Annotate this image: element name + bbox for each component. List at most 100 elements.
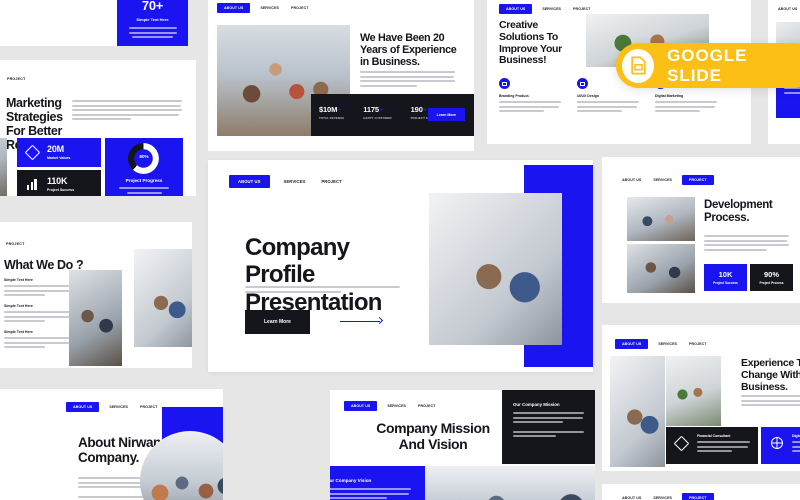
card-financial-consultant[interactable]: Financial Consultant: [666, 427, 758, 464]
slide-development-process[interactable]: ABOUT US SERVICES PROJECT Development Pr…: [602, 157, 800, 303]
google-slides-icon: [630, 56, 646, 75]
nav-item-project[interactable]: PROJECT: [138, 402, 159, 412]
nav-item-about-us[interactable]: ABOUT US: [66, 402, 100, 412]
body-text: [360, 71, 455, 89]
title-line-3: Business.: [741, 380, 788, 393]
nav-item-services[interactable]: SERVICES: [651, 493, 674, 500]
stat-value: 20M: [47, 144, 64, 154]
list-item: Simple Text Here: [4, 304, 72, 322]
slide-photo: [610, 356, 665, 467]
stat-card-market-values[interactable]: 20M Market Values: [17, 138, 101, 167]
slide-nav[interactable]: ABOUT US SERVICES PROJECT: [499, 4, 593, 14]
card-digital-marketing[interactable]: Digital Marketing: [761, 427, 800, 464]
slide-company-mission-vision[interactable]: ABOUT US SERVICES PROJECT Company Missio…: [330, 390, 595, 500]
slide-company-profile[interactable]: ABOUT US SERVICES PROJECT Company Profil…: [208, 160, 593, 372]
slide-nav[interactable]: ABOUT US SERVICES PROJECT: [615, 339, 709, 349]
title-line-1: Development: [704, 199, 773, 211]
list-item: Simple Text Here: [4, 330, 72, 348]
badge-icon-circle: [622, 48, 655, 83]
card-label: Digital Marketing: [792, 434, 800, 438]
slide-nav[interactable]: ABOUT US SERVICES PROJECT: [217, 3, 311, 13]
bar-chart-icon: [27, 179, 39, 190]
nav-item-about-us[interactable]: ABOUT US: [344, 401, 378, 411]
slide-nav[interactable]: ABOUT US SERVICES PROJECT: [620, 493, 714, 500]
slide-top-left-stat-card[interactable]: 70+ Simple Text Here: [117, 0, 188, 46]
nav-item-about-us[interactable]: ABOUT US: [229, 175, 270, 188]
learn-more-button[interactable]: Learn More: [427, 108, 465, 121]
slide-nav[interactable]: ABOUT US SERVICES PROJECT: [344, 401, 438, 411]
slide-20-years-experience[interactable]: ABOUT US SERVICES PROJECT We Have Been 2…: [208, 0, 474, 151]
slide-photo: [666, 356, 721, 426]
stat-value: 70+: [141, 0, 164, 13]
stat-item: $10M + TOTAL REVENUE: [319, 105, 344, 120]
stat-value: 1175: [363, 105, 379, 114]
stat-label: Project Success: [713, 281, 738, 285]
stat-card-project-process[interactable]: 90% Project Process: [750, 264, 793, 291]
nav-item-services[interactable]: SERVICES: [651, 175, 674, 185]
slide-photo: [425, 466, 595, 500]
stat-card-project-success[interactable]: 110K Project Success: [17, 170, 101, 196]
donut-title: Project Progress: [125, 178, 163, 183]
briefcase-icon: [499, 78, 510, 89]
nav-item-about-us[interactable]: ABOUT US: [620, 175, 643, 185]
slide-experience-change[interactable]: ABOUT US SERVICES PROJECT Experience The…: [602, 325, 800, 471]
item-label: Simple Text Here: [4, 278, 33, 282]
card-heading: Our Company Vision: [330, 478, 372, 483]
nav-item-project[interactable]: PROJECT: [687, 339, 708, 349]
card-company-mission: Our Company Mission: [502, 390, 595, 464]
slide-bottom-right-partial[interactable]: ABOUT US SERVICES PROJECT: [602, 484, 800, 500]
google-slide-badge[interactable]: GOOGLE SLIDE: [616, 43, 800, 88]
nav-item-about-us[interactable]: ABOUT US: [620, 493, 643, 500]
nav-item-project[interactable]: PROJECT: [289, 3, 310, 13]
slide-photo: [627, 197, 695, 241]
diamond-icon: [673, 435, 690, 452]
nav-item-about-us[interactable]: ABOUT US: [776, 4, 799, 14]
nav-item-project[interactable]: PROJECT: [319, 176, 343, 187]
slide-nav[interactable]: ABOUT US SERVICES PROJECT: [66, 402, 160, 412]
slide-marketing-strategies[interactable]: PROJECT Marketing Strategies For Better …: [0, 60, 196, 196]
stat-label: Project Process: [759, 281, 784, 285]
nav-item-services[interactable]: SERVICES: [540, 4, 563, 14]
stat-value: 90%: [763, 270, 779, 279]
card-project-progress[interactable]: 80% Project Progress: [105, 138, 183, 196]
stat-suffix: +: [422, 105, 428, 114]
stat-value: 10K: [718, 270, 733, 279]
nav-item-project[interactable]: PROJECT: [682, 493, 714, 500]
slide-nav[interactable]: ABOUT US SERVICES PROJECT: [620, 175, 714, 185]
monitor-icon: [577, 78, 588, 89]
nav-item-about-us[interactable]: ABOUT US: [217, 3, 251, 13]
slide-photo: [134, 249, 192, 347]
slide-nav[interactable]: ABOUT US SERVICES: [776, 4, 800, 14]
slide-about-nirwana[interactable]: ABOUT US SERVICES PROJECT About Nirwana …: [0, 389, 223, 500]
stat-value: 190: [410, 105, 423, 114]
stat-label: Simple Text Here: [136, 17, 169, 22]
slide-nav[interactable]: ABOUT US SERVICES PROJECT: [229, 175, 344, 188]
nav-item-about-us[interactable]: ABOUT US: [615, 339, 649, 349]
page-title: Company Profile Presentation: [245, 234, 410, 316]
arrow-right-icon: [340, 316, 384, 325]
nav-item-services[interactable]: SERVICES: [656, 339, 679, 349]
learn-more-button[interactable]: Learn More: [245, 310, 310, 334]
slide-photo: [0, 138, 7, 196]
stat-value: $10M: [319, 105, 338, 114]
stat-label: TOTAL REVENUE: [319, 116, 345, 120]
title-line-3: in Business.: [360, 56, 420, 69]
stat-item: 1175 + HAPPY CUSTOMER: [363, 105, 391, 120]
stat-card-project-success[interactable]: 10K Project Success: [704, 264, 747, 291]
nav-item-services[interactable]: SERVICES: [107, 402, 130, 412]
nav-item-project[interactable]: PROJECT: [416, 401, 437, 411]
item-label: Simple Text Here: [4, 330, 33, 334]
title-line-2: Years of Experience: [360, 44, 457, 57]
feature-label: UI/UX Design: [577, 94, 599, 98]
nav-item-project[interactable]: PROJECT: [682, 175, 714, 185]
stat-label: Project Success: [47, 188, 75, 192]
nav-item-about-us[interactable]: ABOUT US: [499, 4, 533, 14]
title-line-1: Experience The: [741, 357, 800, 369]
stat-label: Market Values: [47, 156, 71, 160]
slide-what-we-do[interactable]: PROJECT What We Do ? Simple Text Here Si…: [0, 222, 192, 368]
donut-value: 80%: [139, 154, 149, 159]
nav-item-services[interactable]: SERVICES: [385, 401, 408, 411]
nav-item-project[interactable]: PROJECT: [571, 4, 592, 14]
nav-item-services[interactable]: SERVICES: [282, 176, 308, 187]
nav-item-services[interactable]: SERVICES: [258, 3, 281, 13]
